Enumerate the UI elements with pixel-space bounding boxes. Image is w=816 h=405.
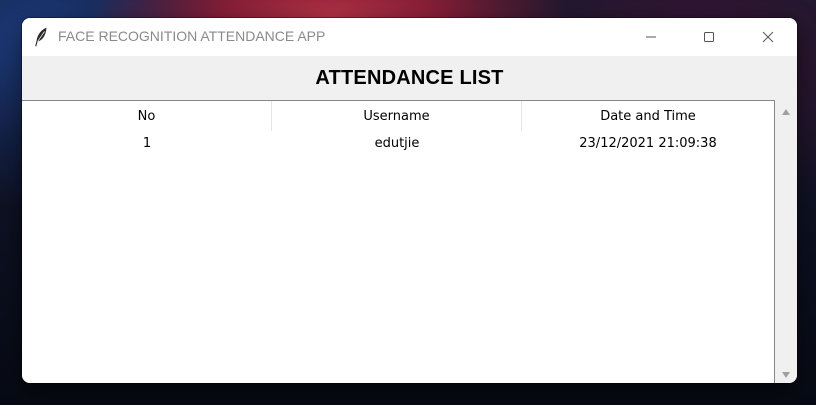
close-button[interactable] xyxy=(739,18,797,56)
scroll-down-button[interactable] xyxy=(775,363,797,383)
minimize-button[interactable] xyxy=(622,18,680,56)
table-row[interactable]: 1 edutjie 23/12/2021 21:09:38 xyxy=(22,131,774,155)
cell-username: edutjie xyxy=(374,135,420,151)
feather-icon xyxy=(34,27,48,47)
maximize-icon xyxy=(703,28,715,47)
table-header: No Username Date and Time xyxy=(22,101,774,131)
app-window: FACE RECOGNITION ATTENDANCE APP ATTENDAN… xyxy=(22,18,797,383)
minimize-icon xyxy=(645,28,657,47)
column-header-no[interactable]: No xyxy=(22,101,272,131)
vertical-scrollbar[interactable] xyxy=(775,100,797,383)
title-bar[interactable]: FACE RECOGNITION ATTENDANCE APP xyxy=(22,18,797,56)
page-title: ATTENDANCE LIST xyxy=(315,66,504,89)
scroll-up-button[interactable] xyxy=(775,100,797,120)
scroll-up-arrow-icon xyxy=(781,101,791,120)
window-title: FACE RECOGNITION ATTENDANCE APP xyxy=(58,28,326,44)
scroll-down-arrow-icon xyxy=(781,364,791,383)
attendance-table[interactable]: No Username Date and Time 1 edutjie 23/1… xyxy=(22,100,775,383)
column-header-date-time[interactable]: Date and Time xyxy=(522,101,774,131)
column-header-username[interactable]: Username xyxy=(272,101,522,131)
close-icon xyxy=(762,28,774,47)
header-bar: ATTENDANCE LIST xyxy=(22,56,797,100)
maximize-button[interactable] xyxy=(680,18,738,56)
cell-no: 1 xyxy=(142,135,152,151)
cell-date-time: 23/12/2021 21:09:38 xyxy=(579,135,717,151)
